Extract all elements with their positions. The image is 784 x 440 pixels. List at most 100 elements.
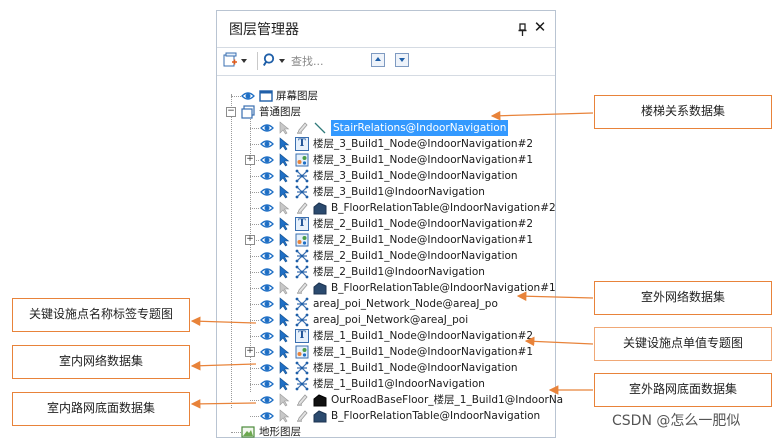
region-dataset-icon bbox=[313, 393, 327, 407]
selectable-icon[interactable] bbox=[277, 153, 291, 167]
layer-name: StairRelations@IndoorNavigation bbox=[331, 120, 509, 136]
add-layer-icon[interactable] bbox=[223, 52, 237, 68]
selectable-icon[interactable] bbox=[277, 121, 291, 135]
eye-icon[interactable] bbox=[260, 153, 274, 167]
selectable-icon[interactable] bbox=[277, 137, 291, 151]
tree-connector bbox=[250, 416, 259, 417]
eye-icon[interactable] bbox=[260, 185, 274, 199]
eye-icon[interactable] bbox=[260, 217, 274, 231]
selectable-icon[interactable] bbox=[277, 169, 291, 183]
layer-name: 楼层_2_Build1@IndoorNavigation bbox=[313, 266, 485, 278]
tree-node-screen-layer[interactable]: 屏幕图层 bbox=[217, 88, 557, 104]
selectable-icon[interactable] bbox=[277, 233, 291, 247]
eye-icon[interactable] bbox=[260, 137, 274, 151]
layer-name: 楼层_1_Build1@IndoorNavigation bbox=[313, 378, 485, 390]
tree-node-terrain-layer[interactable]: 地形图层 bbox=[217, 424, 557, 440]
pin-icon[interactable] bbox=[517, 22, 529, 36]
region-dataset-icon bbox=[313, 281, 327, 295]
layer-row[interactable]: OurRoadBaseFloor_楼层_1_Build1@IndoorNa bbox=[217, 392, 563, 408]
layer-row[interactable]: + 楼层_2_Build1_Node@IndoorNavigation#1 bbox=[217, 232, 557, 248]
layer-row[interactable]: 楼层_2_Build1_Node@IndoorNavigation bbox=[217, 248, 557, 264]
editable-icon[interactable] bbox=[295, 201, 309, 215]
selectable-icon[interactable] bbox=[277, 409, 291, 423]
selectable-icon[interactable] bbox=[277, 185, 291, 199]
selectable-icon[interactable] bbox=[277, 201, 291, 215]
eye-icon[interactable] bbox=[260, 345, 274, 359]
tree-node-normal-layer[interactable]: − 普通图层 bbox=[217, 104, 557, 120]
tree-connector bbox=[250, 192, 259, 193]
selectable-icon[interactable] bbox=[277, 249, 291, 263]
terrain-layer-label: 地形图层 bbox=[259, 426, 301, 438]
layer-row[interactable]: B_FloorRelationTable@IndoorNavigation#2 bbox=[217, 200, 557, 216]
selectable-icon[interactable] bbox=[277, 345, 291, 359]
layer-row[interactable]: + 楼层_1_Build1_Node@IndoorNavigation#1 bbox=[217, 344, 557, 360]
panel-header: 图层管理器 ✕ bbox=[217, 11, 555, 48]
eye-icon[interactable] bbox=[260, 377, 274, 391]
layer-row[interactable]: areaJ_poi_Network@areaJ_poi bbox=[217, 312, 557, 328]
layer-name: OurRoadBaseFloor_楼层_1_Build1@IndoorNa bbox=[331, 394, 564, 406]
eye-icon[interactable] bbox=[260, 201, 274, 215]
eye-icon[interactable] bbox=[260, 393, 274, 407]
eye-icon[interactable] bbox=[260, 249, 274, 263]
layer-row[interactable]: 楼层_1_Build1@IndoorNavigation bbox=[217, 376, 557, 392]
eye-icon[interactable] bbox=[260, 281, 274, 295]
add-layer-dropdown-icon[interactable] bbox=[241, 59, 247, 63]
layer-row[interactable]: + 楼层_3_Build1_Node@IndoorNavigation#1 bbox=[217, 152, 557, 168]
selectable-icon[interactable] bbox=[277, 313, 291, 327]
line-dataset-icon bbox=[313, 121, 327, 135]
layer-row[interactable]: T 楼层_1_Build1_Node@IndoorNavigation#2 bbox=[217, 328, 557, 344]
search-dropdown-icon[interactable] bbox=[279, 59, 285, 63]
editable-icon[interactable] bbox=[295, 121, 309, 135]
layer-row[interactable]: 楼层_1_Build1_Node@IndoorNavigation bbox=[217, 360, 557, 376]
layer-row[interactable]: StairRelations@IndoorNavigation bbox=[217, 120, 557, 136]
label-theme-icon: T bbox=[295, 217, 309, 231]
expand-icon[interactable]: + bbox=[245, 347, 255, 357]
editable-icon[interactable] bbox=[295, 281, 309, 295]
layer-row[interactable]: B_FloorRelationTable@IndoorNavigation#1 bbox=[217, 280, 557, 296]
eye-icon[interactable] bbox=[260, 121, 274, 135]
eye-icon[interactable] bbox=[260, 265, 274, 279]
selectable-icon[interactable] bbox=[277, 377, 291, 391]
selectable-icon[interactable] bbox=[277, 265, 291, 279]
next-match-button[interactable] bbox=[395, 53, 409, 67]
eye-icon[interactable] bbox=[260, 169, 274, 183]
network-dataset-icon bbox=[295, 361, 309, 375]
search-input[interactable] bbox=[291, 52, 365, 70]
search-icon[interactable] bbox=[262, 52, 277, 68]
selectable-icon[interactable] bbox=[277, 329, 291, 343]
label-theme-icon: T bbox=[295, 329, 309, 343]
layer-row[interactable]: 楼层_3_Build1_Node@IndoorNavigation bbox=[217, 168, 557, 184]
selectable-icon[interactable] bbox=[277, 361, 291, 375]
editable-icon[interactable] bbox=[295, 409, 309, 423]
layer-name: 楼层_3_Build1@IndoorNavigation bbox=[313, 186, 485, 198]
previous-match-button[interactable] bbox=[371, 53, 385, 67]
close-icon[interactable]: ✕ bbox=[533, 19, 547, 35]
expand-icon[interactable]: + bbox=[245, 155, 255, 165]
screen-layer-icon bbox=[259, 89, 273, 103]
callout-outdoor-network: 室外网络数据集 bbox=[594, 281, 772, 315]
layer-row[interactable]: areaJ_poi_Network_Node@areaJ_po bbox=[217, 296, 557, 312]
eye-icon[interactable] bbox=[260, 313, 274, 327]
layer-row[interactable]: T 楼层_2_Build1_Node@IndoorNavigation#2 bbox=[217, 216, 557, 232]
selectable-icon[interactable] bbox=[277, 217, 291, 231]
editable-icon[interactable] bbox=[295, 393, 309, 407]
eye-icon[interactable] bbox=[260, 361, 274, 375]
arrow-down-icon bbox=[399, 58, 405, 62]
layer-row[interactable]: T 楼层_3_Build1_Node@IndoorNavigation#2 bbox=[217, 136, 557, 152]
selectable-icon[interactable] bbox=[277, 281, 291, 295]
layer-row[interactable]: 楼层_2_Build1@IndoorNavigation bbox=[217, 264, 557, 280]
layer-row[interactable]: 楼层_3_Build1@IndoorNavigation bbox=[217, 184, 557, 200]
layer-row[interactable]: B_FloorRelationTable@IndoorNavigation bbox=[217, 408, 557, 424]
eye-icon[interactable] bbox=[241, 89, 255, 103]
eye-icon[interactable] bbox=[260, 297, 274, 311]
eye-icon[interactable] bbox=[260, 409, 274, 423]
eye-icon[interactable] bbox=[260, 233, 274, 247]
selectable-icon[interactable] bbox=[277, 393, 291, 407]
expand-icon[interactable]: + bbox=[245, 235, 255, 245]
selectable-icon[interactable] bbox=[277, 297, 291, 311]
normal-layer-label: 普通图层 bbox=[259, 106, 301, 118]
arrow-up-icon bbox=[375, 57, 381, 61]
collapse-icon[interactable]: − bbox=[226, 107, 236, 117]
eye-icon[interactable] bbox=[260, 329, 274, 343]
network-dataset-icon bbox=[295, 313, 309, 327]
